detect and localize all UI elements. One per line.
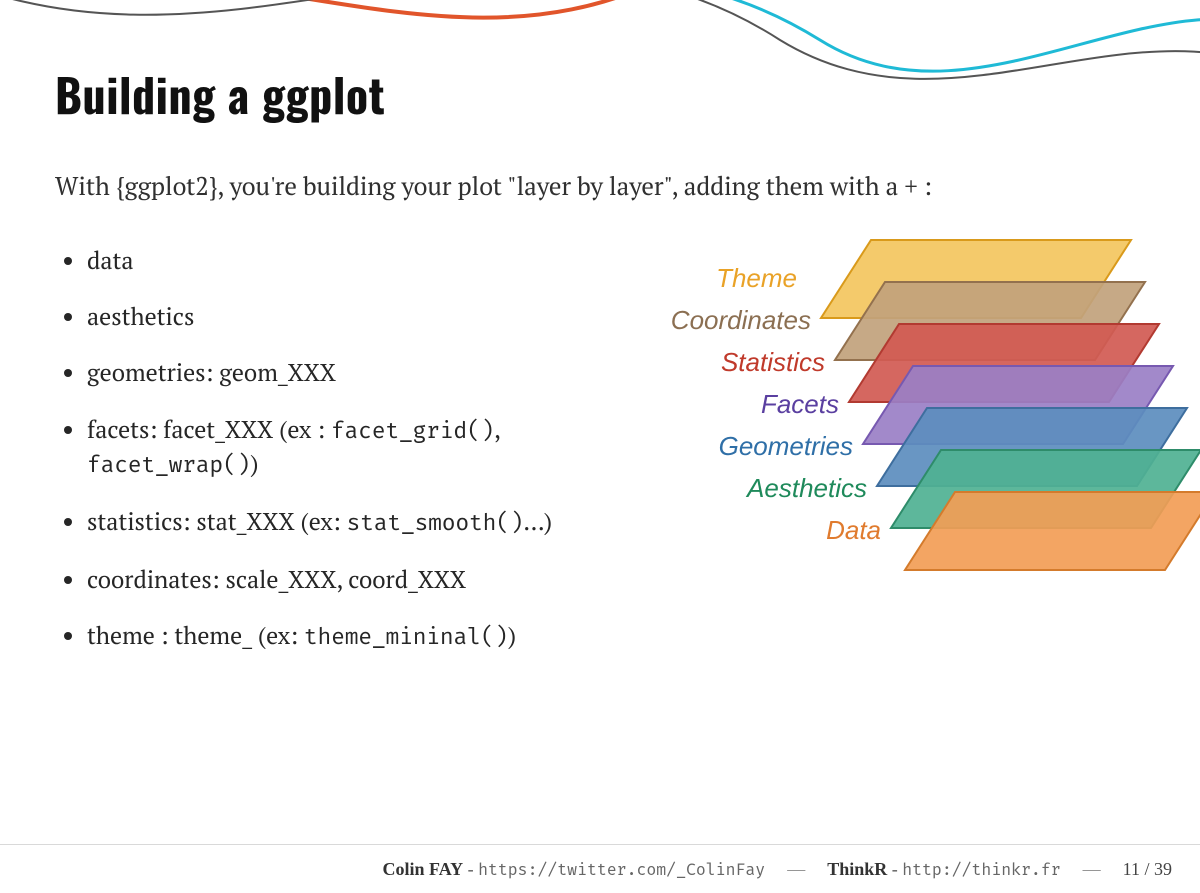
list-item-text: theme : theme_ (ex: <box>87 619 304 651</box>
footer-separator: — <box>1083 859 1101 880</box>
list-item-text: aesthetics <box>87 300 194 332</box>
list-item: coordinates: scale_XXX, coord_XXX <box>87 563 607 595</box>
footer-author-url: https://twitter.com/_ColinFay <box>478 861 765 880</box>
slide-footer: Colin FAY - https://twitter.com/_ColinFa… <box>0 844 1200 893</box>
footer-page-indicator: 11 / 39 <box>1123 859 1172 880</box>
layer-row: Data <box>711 486 1200 576</box>
content-columns: data aesthetics geometries: geom_XXX fac… <box>55 244 1145 678</box>
code-snippet: theme_mininal() <box>304 623 508 651</box>
list-item: aesthetics <box>87 300 607 332</box>
page-current: 11 <box>1123 859 1140 879</box>
layer-plane-icon <box>895 486 1200 576</box>
footer-separator: — <box>787 859 805 880</box>
code-snippet: stat_smooth() <box>347 509 524 537</box>
list-item: geometries: geom_XXX <box>87 356 607 388</box>
list-item: facets: facet_XXX (ex : facet_grid(), fa… <box>87 413 607 481</box>
list-item: statistics: stat_XXX (ex: stat_smooth()…… <box>87 505 607 539</box>
list-item-text: , <box>494 413 500 445</box>
page-total: 39 <box>1154 859 1172 879</box>
list-item-text: data <box>87 244 133 276</box>
list-item-text: geometries: geom_XXX <box>87 356 336 388</box>
list-item-text: coordinates: scale_XXX, coord_XXX <box>87 563 466 595</box>
footer-author: Colin FAY - https://twitter.com/_ColinFa… <box>383 859 766 880</box>
code-snippet: facet_grid() <box>331 417 494 445</box>
code-snippet: facet_wrap() <box>87 451 250 479</box>
slide: Building a ggplot With {ggplot2}, you're… <box>0 0 1200 893</box>
list-item-text: ) <box>508 619 516 651</box>
layer-stack-illustration: ThemeCoordinatesStatisticsFacetsGeometri… <box>627 234 1145 634</box>
layer-label: Data <box>711 515 895 546</box>
list-item-text: facets: facet_XXX (ex : <box>87 413 331 445</box>
footer-org-url: http://thinkr.fr <box>902 861 1060 880</box>
footer-org: ThinkR - http://thinkr.fr <box>827 859 1060 880</box>
list-item: theme : theme_ (ex: theme_mininal()) <box>87 619 607 653</box>
list-item-text: …) <box>523 505 552 537</box>
slide-lead: With {ggplot2}, you're building your plo… <box>55 168 1145 206</box>
footer-org-name: ThinkR <box>827 859 887 879</box>
list-item-text: ) <box>250 447 258 479</box>
slide-title: Building a ggplot <box>55 60 1145 128</box>
list-item: data <box>87 244 607 276</box>
layer-bullet-list: data aesthetics geometries: geom_XXX fac… <box>55 244 607 678</box>
list-item-text: statistics: stat_XXX (ex: <box>87 505 347 537</box>
footer-author-name: Colin FAY <box>383 859 464 879</box>
